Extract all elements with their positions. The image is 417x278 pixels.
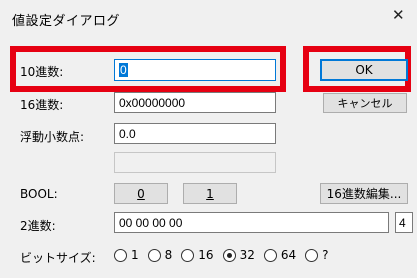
bitsize-option-64[interactable]: 64 bbox=[263, 248, 297, 262]
bitsize-option-32[interactable]: 32 bbox=[222, 248, 255, 262]
dec-label: 10進数: bbox=[20, 65, 64, 79]
bin-value: 00 00 00 00 bbox=[119, 216, 183, 230]
float-label: 浮動小数点: bbox=[20, 130, 85, 144]
bool-true-button[interactable]: 1 bbox=[183, 183, 237, 204]
bitsize-option-unknown[interactable]: ? bbox=[305, 248, 329, 262]
bitsize-option-8[interactable]: 8 bbox=[147, 248, 173, 262]
ok-button[interactable]: OK bbox=[320, 59, 408, 81]
dec-value: 0 bbox=[119, 63, 128, 77]
cancel-button[interactable]: キャンセル bbox=[323, 93, 407, 113]
hex-label: 16進数: bbox=[20, 98, 64, 112]
bool-false-button[interactable]: 0 bbox=[114, 183, 168, 204]
bitsize-option-label: 32 bbox=[239, 248, 255, 262]
extra-input bbox=[114, 152, 276, 173]
float-value: 0.0 bbox=[119, 127, 136, 141]
bool-true-label: 1 bbox=[206, 186, 214, 201]
bin-count-input[interactable]: 4 bbox=[395, 212, 413, 233]
radio-icon[interactable] bbox=[147, 248, 161, 262]
radio-icon[interactable] bbox=[263, 248, 277, 262]
bool-label: BOOL: bbox=[20, 187, 58, 201]
hex-edit-button[interactable]: 16進数編集... bbox=[320, 183, 408, 204]
bin-count-value: 4 bbox=[399, 216, 406, 230]
dialog-title: 値設定ダイアログ bbox=[12, 14, 121, 29]
bool-false-label: 0 bbox=[137, 186, 145, 201]
bitsize-option-label: 8 bbox=[164, 248, 173, 262]
hex-input[interactable]: 0x00000000 bbox=[114, 92, 276, 113]
dec-input[interactable]: 0 bbox=[114, 59, 276, 81]
bitsize-label: ビットサイズ: bbox=[20, 251, 96, 265]
bitsize-radio-group: 1 8 16 32 64? bbox=[114, 248, 338, 262]
bitsize-option-16[interactable]: 16 bbox=[181, 248, 214, 262]
cancel-label: キャンセル bbox=[337, 97, 393, 110]
float-input[interactable]: 0.0 bbox=[114, 123, 276, 144]
bitsize-option-1[interactable]: 1 bbox=[114, 248, 139, 262]
bitsize-option-label: 64 bbox=[280, 248, 297, 262]
bin-input[interactable]: 00 00 00 00 bbox=[114, 212, 389, 233]
close-icon[interactable]: ✕ bbox=[392, 6, 405, 24]
hex-edit-label: 16進数編集... bbox=[326, 187, 402, 201]
bin-label: 2進数: bbox=[20, 219, 56, 233]
radio-icon[interactable] bbox=[114, 248, 127, 262]
radio-icon[interactable] bbox=[222, 248, 236, 262]
bitsize-option-label: 1 bbox=[131, 248, 139, 262]
radio-icon[interactable] bbox=[181, 248, 195, 262]
ok-label: OK bbox=[355, 63, 373, 77]
bitsize-option-label: ? bbox=[322, 248, 329, 262]
hex-value: 0x00000000 bbox=[119, 96, 186, 110]
radio-icon[interactable] bbox=[305, 248, 319, 262]
bitsize-option-label: 16 bbox=[198, 248, 214, 262]
